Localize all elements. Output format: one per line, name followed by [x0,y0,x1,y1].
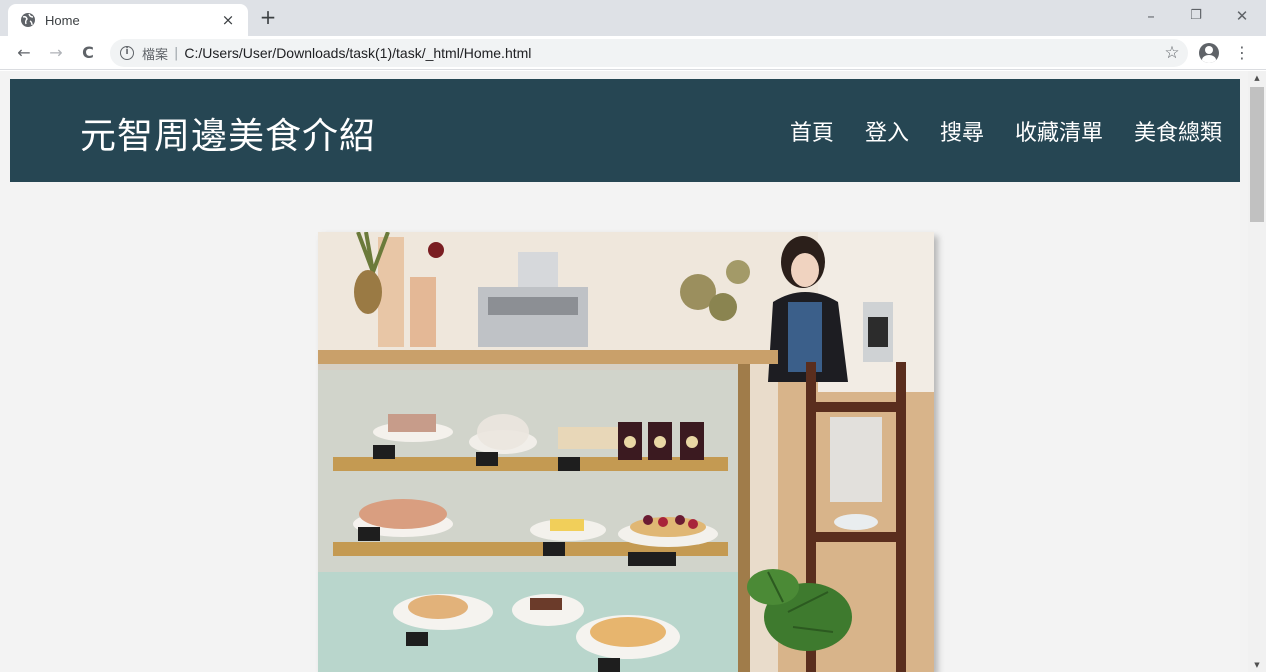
scroll-up-arrow-icon[interactable]: ▲ [1248,71,1266,85]
info-icon[interactable]: i [120,46,134,60]
nav-link-categories[interactable]: 美食總類 [1134,115,1222,147]
minimize-icon[interactable]: – [1137,4,1165,28]
forward-arrow-icon[interactable]: → [44,41,68,65]
nav-link-home[interactable]: 首頁 [790,115,834,147]
restore-icon[interactable]: ❐ [1182,4,1210,28]
page-viewport: 元智周邊美食介紹 首頁 登入 搜尋 收藏清單 美食總類 [0,71,1248,672]
tab-title: Home [45,12,80,28]
browser-tab-strip: Home × + – ❐ ✕ [0,0,1266,36]
profile-avatar-icon[interactable] [1199,43,1219,63]
scheme-label: 檔案 [142,47,169,63]
scrollbar-thumb[interactable] [1250,87,1264,222]
new-tab-button[interactable]: + [256,6,280,30]
site-header: 元智周邊美食介紹 首頁 登入 搜尋 收藏清單 美食總類 [10,79,1240,182]
vertical-scrollbar[interactable]: ▲ ▼ [1248,71,1266,672]
site-title: 元智周邊美食介紹 [80,116,377,157]
globe-icon [21,13,35,27]
reload-icon[interactable]: C [76,41,100,65]
address-bar[interactable]: i 檔案 | C:/Users/User/Downloads/task(1)/t… [110,39,1188,67]
nav-link-search[interactable]: 搜尋 [940,115,984,147]
browser-tab[interactable]: Home × [8,4,248,36]
address-separator: | [174,45,179,61]
hero-image [318,232,934,672]
nav-link-favorites[interactable]: 收藏清單 [1015,115,1103,147]
browser-menu-icon[interactable]: ⋮ [1232,41,1252,65]
address-url[interactable]: C:/Users/User/Downloads/task(1)/task/_ht… [184,45,531,61]
scroll-down-arrow-icon[interactable]: ▼ [1248,658,1266,672]
back-arrow-icon[interactable]: ← [12,41,36,65]
bookmark-star-icon[interactable]: ☆ [1160,41,1184,65]
site-nav: 首頁 登入 搜尋 收藏清單 美食總類 [759,115,1222,147]
cafe-display-photo [318,232,934,672]
window-close-icon[interactable]: ✕ [1228,4,1256,28]
close-tab-icon[interactable]: × [220,11,236,29]
nav-link-login[interactable]: 登入 [865,115,909,147]
browser-toolbar: ← → C i 檔案 | C:/Users/User/Downloads/tas… [0,36,1266,70]
